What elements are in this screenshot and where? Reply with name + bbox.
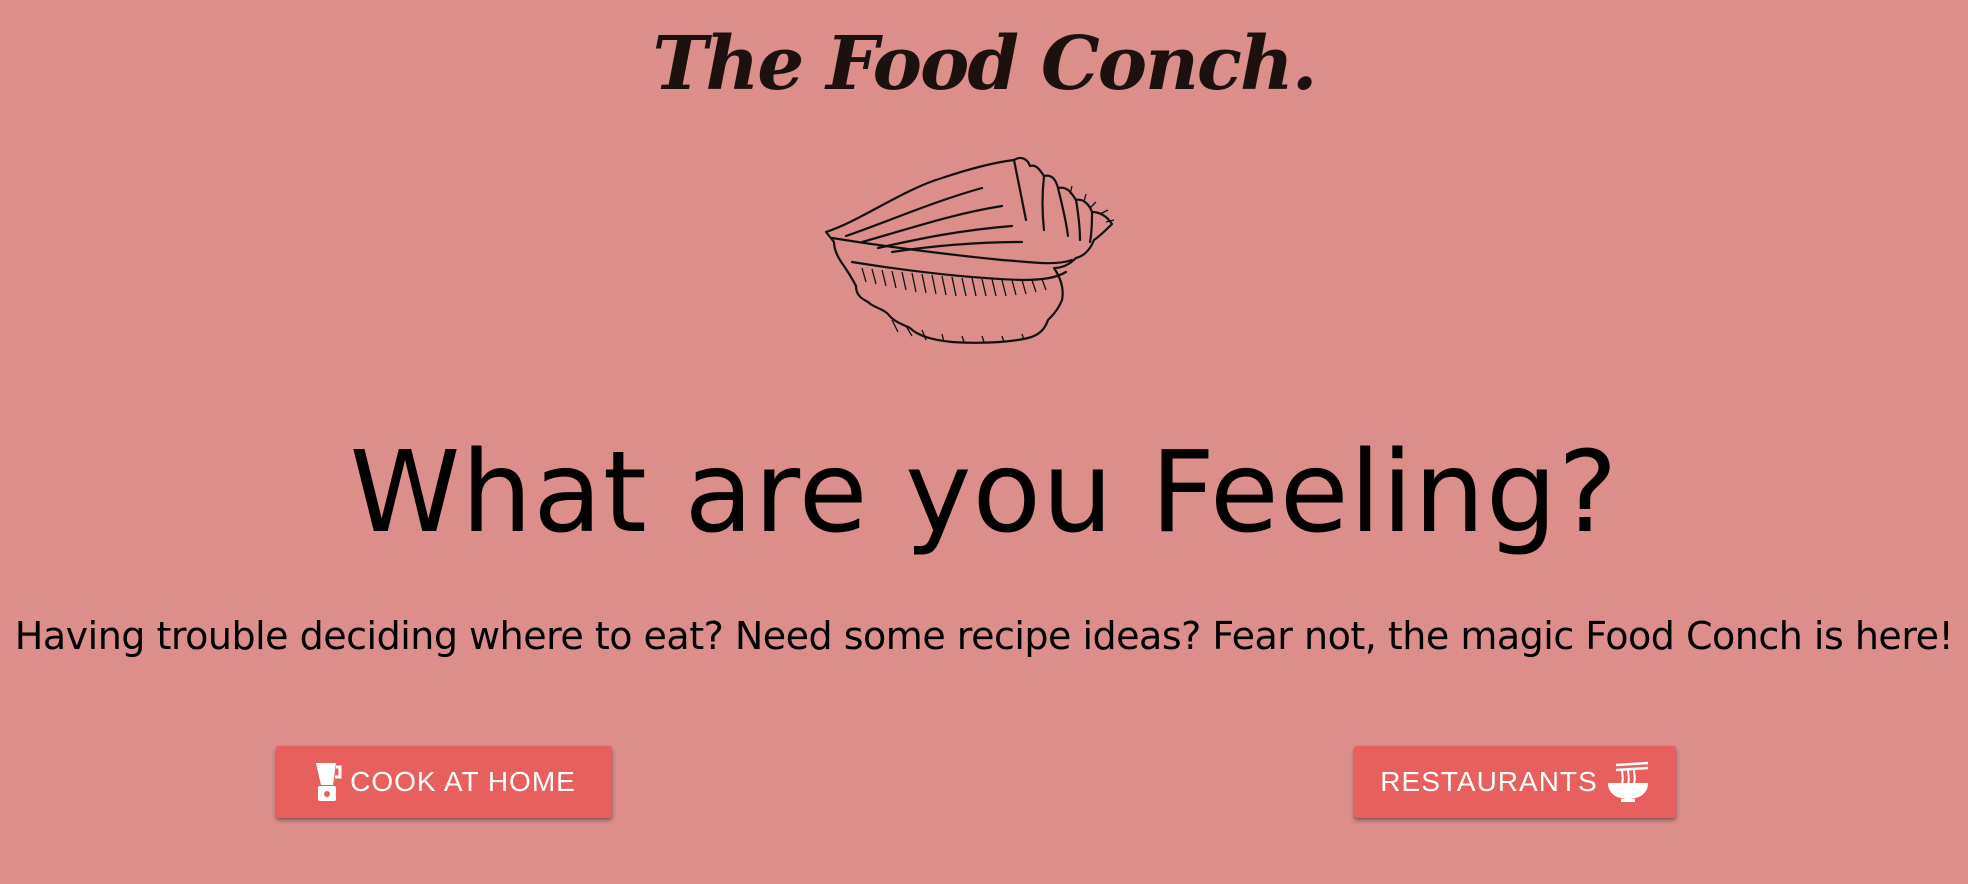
blender-icon [316,763,342,801]
conch-shell-illustration [824,156,1115,344]
cook-at-home-label: COOK AT HOME [350,766,576,797]
hero-subtitle: Having trouble deciding where to eat? Ne… [14,614,1954,658]
restaurants-button[interactable]: RESTAURANTS [1354,746,1676,818]
site-logo-title[interactable]: The Food Conch. [0,21,1968,107]
hero-heading: What are you Feeling? [349,428,1619,558]
restaurants-label: RESTAURANTS [1380,766,1598,797]
cook-at-home-button[interactable]: COOK AT HOME [276,746,612,818]
noodle-bowl-icon [1607,761,1648,802]
